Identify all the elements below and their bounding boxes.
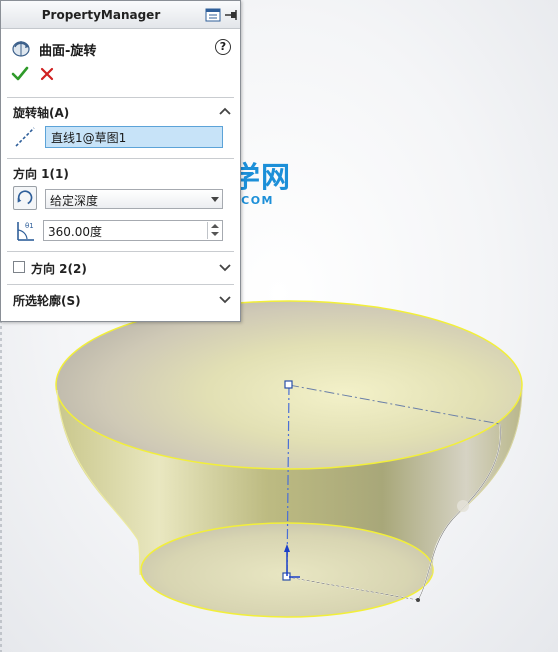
spin-up-icon[interactable]	[211, 224, 219, 228]
direction2-title[interactable]: 方向 2(2)	[31, 260, 87, 277]
direction2-checkbox[interactable]	[13, 261, 25, 273]
end-condition-dropdown[interactable]: 给定深度	[45, 189, 223, 209]
expand-chevron-down-icon[interactable]	[218, 294, 232, 304]
help-icon[interactable]: ?	[215, 39, 231, 55]
contours-group-title[interactable]: 所选轮廓(S)	[13, 292, 81, 309]
separator	[7, 284, 234, 285]
direction1-title: 方向 1(1)	[13, 167, 69, 181]
reverse-direction-icon	[17, 190, 33, 205]
svg-text:θ1: θ1	[25, 222, 34, 230]
spin-down-icon[interactable]	[211, 232, 219, 236]
feature-header: 曲面-旋转 ?	[11, 37, 233, 59]
axis-selection-box[interactable]: 直线1@草图1	[45, 126, 223, 148]
separator	[7, 97, 234, 98]
reverse-direction-button[interactable]	[13, 186, 37, 210]
cancel-x-icon[interactable]	[39, 66, 55, 82]
collapse-chevron-up-icon[interactable]	[218, 106, 232, 116]
angle-value: 360.00度	[48, 225, 102, 239]
panel-titlebar: PropertyManager	[1, 1, 240, 29]
dropdown-arrow-icon	[211, 197, 219, 202]
end-condition-value: 给定深度	[50, 194, 99, 208]
angle-input[interactable]: 360.00度	[43, 220, 223, 241]
property-manager-panel: PropertyManager 曲面-旋转 ? 旋转轴(A) 直线1@草图1 方…	[0, 0, 241, 322]
separator	[7, 158, 234, 159]
pin-icon[interactable]	[223, 7, 239, 23]
panel-options-icon[interactable]	[205, 7, 221, 23]
angle-spinner[interactable]	[207, 222, 221, 239]
ok-checkmark-icon[interactable]	[11, 65, 29, 83]
axis-line-icon	[15, 127, 35, 147]
angle-icon: θ1	[17, 222, 34, 241]
axis-group-title[interactable]: 旋转轴(A)	[13, 104, 69, 121]
panel-title: PropertyManager	[41, 8, 161, 22]
expand-chevron-down-icon[interactable]	[218, 262, 232, 272]
separator	[7, 251, 234, 252]
feature-name: 曲面-旋转	[39, 44, 97, 59]
revolve-surface-icon	[12, 41, 30, 57]
